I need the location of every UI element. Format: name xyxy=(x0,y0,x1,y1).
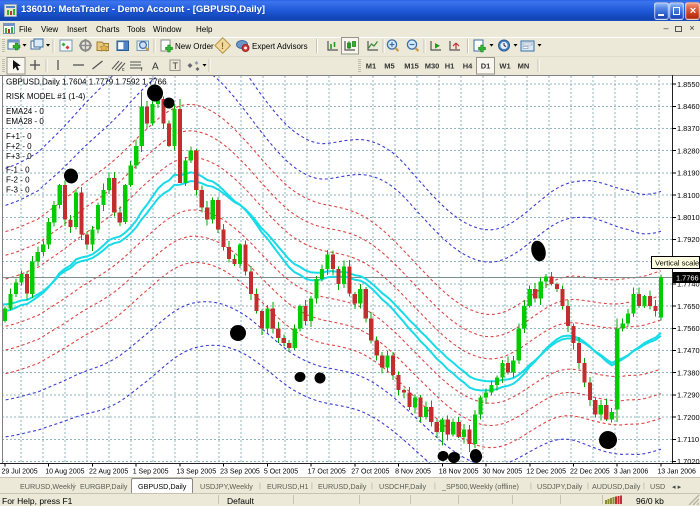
svg-text:30 Nov 2005: 30 Nov 2005 xyxy=(483,469,523,476)
svg-text:M30: M30 xyxy=(425,62,440,71)
svg-text:23 Sep 2005: 23 Sep 2005 xyxy=(220,469,260,476)
svg-text:1.7766: 1.7766 xyxy=(676,274,699,283)
svg-text:13 Sep 2005: 13 Sep 2005 xyxy=(176,469,216,476)
svg-text:1.7380: 1.7380 xyxy=(677,368,700,377)
svg-text:1.7110: 1.7110 xyxy=(677,435,699,444)
svg-text:!: ! xyxy=(221,41,224,51)
svg-text:GBPUSD,Daily 1.7604 1.7779 1.: GBPUSD,Daily 1.7604 1.7779 1.7592 1.7766 xyxy=(6,78,167,87)
svg-text:10 Aug 2005: 10 Aug 2005 xyxy=(45,469,84,476)
svg-text:29 Jul 2005: 29 Jul 2005 xyxy=(2,469,38,476)
svg-text:22 Aug 2005: 22 Aug 2005 xyxy=(89,469,128,476)
svg-text:F-2 - 0: F-2 - 0 xyxy=(6,176,30,185)
svg-text:1.7200: 1.7200 xyxy=(677,413,700,422)
svg-text:EMA28 - 0: EMA28 - 0 xyxy=(6,117,44,126)
svg-text:F+1 - 0: F+1 - 0 xyxy=(6,132,32,141)
svg-text:D1: D1 xyxy=(481,62,491,71)
svg-text:1.8280: 1.8280 xyxy=(677,146,700,155)
svg-text:3 Jan 2006: 3 Jan 2006 xyxy=(614,469,649,476)
svg-text:F+2 - 0: F+2 - 0 xyxy=(6,142,32,151)
svg-text:W1: W1 xyxy=(499,62,510,71)
svg-text:c: c xyxy=(122,67,125,73)
svg-text:T: T xyxy=(173,61,179,71)
svg-text:1 Sep 2005: 1 Sep 2005 xyxy=(133,469,169,476)
svg-text:F-1 - 0: F-1 - 0 xyxy=(6,166,30,175)
svg-text:12 Dec 2005: 12 Dec 2005 xyxy=(526,469,566,476)
svg-text:1.8190: 1.8190 xyxy=(677,169,700,178)
svg-text:M15: M15 xyxy=(404,62,419,71)
svg-text:1.8460: 1.8460 xyxy=(677,102,700,111)
svg-text:1.7560: 1.7560 xyxy=(677,324,700,333)
svg-text:F-3 - 0: F-3 - 0 xyxy=(6,186,30,195)
svg-text:F+3 - 0: F+3 - 0 xyxy=(6,152,32,161)
svg-text:1.8370: 1.8370 xyxy=(677,124,700,133)
svg-text:5 Oct 2005: 5 Oct 2005 xyxy=(264,469,298,476)
svg-text:22 Dec 2005: 22 Dec 2005 xyxy=(570,469,610,476)
svg-text:EMA24 - 0: EMA24 - 0 xyxy=(6,107,44,116)
svg-text:RISK MODEL #1 (1-4): RISK MODEL #1 (1-4) xyxy=(6,92,86,101)
svg-text:13 Jan 2006: 13 Jan 2006 xyxy=(657,469,696,476)
svg-text:1.8550: 1.8550 xyxy=(677,80,700,89)
svg-text:1.7650: 1.7650 xyxy=(677,302,700,311)
svg-text:Vertical scale: Vertical scale xyxy=(655,259,699,268)
svg-text:18 Nov 2005: 18 Nov 2005 xyxy=(439,469,479,476)
svg-text:1.8100: 1.8100 xyxy=(677,191,700,200)
svg-text:27 Oct 2005: 27 Oct 2005 xyxy=(351,469,389,476)
svg-text:17 Oct 2005: 17 Oct 2005 xyxy=(308,469,346,476)
svg-text:1.7020: 1.7020 xyxy=(677,457,700,466)
svg-text:H1: H1 xyxy=(445,62,455,71)
svg-text:A: A xyxy=(152,62,159,73)
svg-text:MN: MN xyxy=(518,62,530,71)
svg-text:M5: M5 xyxy=(384,62,394,71)
svg-text:1.8010: 1.8010 xyxy=(677,213,700,222)
svg-text:H4: H4 xyxy=(463,62,473,71)
svg-text:1.7920: 1.7920 xyxy=(677,235,700,244)
svg-text:Expert Advisors: Expert Advisors xyxy=(252,42,308,51)
svg-text:M1: M1 xyxy=(366,62,376,71)
svg-text:8 Nov 2005: 8 Nov 2005 xyxy=(395,469,431,476)
svg-text:1.7470: 1.7470 xyxy=(677,346,700,355)
svg-text:New Order: New Order xyxy=(175,42,214,51)
svg-text:f: f xyxy=(141,67,143,73)
svg-text:1.7290: 1.7290 xyxy=(677,391,700,400)
